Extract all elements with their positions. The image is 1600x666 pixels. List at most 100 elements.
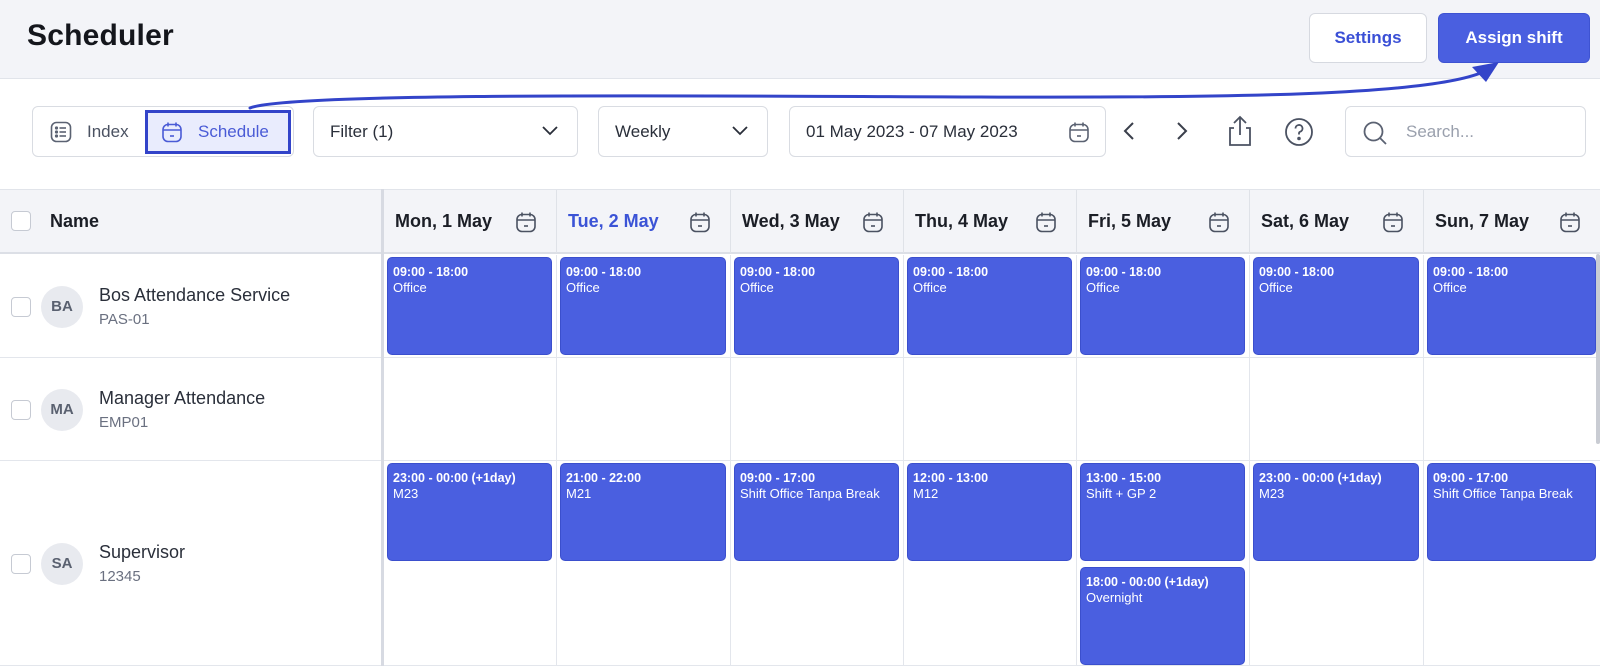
name-header-label: Name (50, 211, 100, 231)
assign-shift-button[interactable]: Assign shift (1438, 13, 1590, 63)
help-icon[interactable] (1284, 117, 1314, 147)
chevron-left-icon[interactable] (1117, 118, 1143, 144)
cell-divider (730, 255, 731, 358)
cell-divider (730, 461, 731, 666)
shift-time: 09:00 - 18:00 (1259, 265, 1335, 279)
period-label: Weekly (615, 121, 671, 141)
cell-divider (1076, 358, 1077, 461)
view-schedule-label: Schedule (198, 122, 269, 141)
shift-block[interactable]: 09:00 - 18:00 Office (907, 257, 1072, 355)
employee-row: MA Manager Attendance EMP01 (0, 358, 1600, 461)
shift-name: M21 (566, 486, 592, 501)
day-header: Wed, 3 May (730, 190, 903, 253)
day-header-label: Thu, 4 May (915, 211, 1009, 231)
employee-code: EMP01 (99, 413, 149, 431)
share-icon[interactable] (1223, 114, 1257, 148)
chevron-right-icon[interactable] (1168, 118, 1194, 144)
shift-block[interactable]: 09:00 - 18:00 Office (1427, 257, 1596, 355)
calendar-icon (1069, 122, 1089, 143)
shift-name: Office (740, 280, 774, 295)
shift-time: 09:00 - 17:00 (1433, 471, 1509, 485)
view-toggle: Index Schedule (32, 106, 294, 157)
avatar: MA (41, 388, 83, 431)
day-header: Mon, 1 May (383, 190, 556, 253)
cell-divider (730, 358, 731, 461)
shift-block[interactable]: 21:00 - 22:00 M21 (560, 463, 726, 561)
day-header: Thu, 4 May (903, 190, 1076, 253)
cell-divider (903, 255, 904, 358)
filter-select[interactable]: Filter (1) (313, 106, 578, 157)
calendar-icon[interactable] (1558, 210, 1582, 234)
row-checkbox[interactable] (11, 399, 31, 420)
employee-row: BA Bos Attendance Service PAS-01 09:00 - 18… (0, 255, 1600, 358)
settings-button[interactable]: Settings (1309, 13, 1427, 63)
name-column-divider (381, 189, 384, 666)
shift-block[interactable]: 09:00 - 18:00 Office (1080, 257, 1245, 355)
day-header: Tue, 2 May (556, 190, 730, 253)
cell-divider (1249, 255, 1250, 358)
shift-block[interactable]: 09:00 - 17:00 Shift Office Tanpa Break (734, 463, 899, 561)
chevron-down-icon (542, 126, 558, 136)
shift-block[interactable]: 23:00 - 00:00 (+1day) M23 (1253, 463, 1419, 561)
vertical-scrollbar[interactable] (1596, 254, 1600, 444)
view-schedule-button[interactable]: Schedule (145, 110, 291, 154)
grid-header: Name Mon, 1 May Tue, 2 May Wed, 3 May Thu, … (0, 189, 1600, 254)
cell-divider (1076, 255, 1077, 358)
calendar-icon[interactable] (514, 210, 538, 234)
cell-divider (903, 358, 904, 461)
shift-block[interactable]: 09:00 - 17:00 Shift Office Tanpa Break (1427, 463, 1596, 561)
shift-block[interactable]: 23:00 - 00:00 (+1day) M23 (387, 463, 552, 561)
shift-name: Office (1259, 280, 1293, 295)
shift-time: 09:00 - 18:00 (740, 265, 816, 279)
employee-name: Manager Attendance (99, 387, 266, 408)
shift-time: 23:00 - 00:00 (+1day) (1259, 471, 1382, 485)
calendar-icon[interactable] (1034, 210, 1058, 234)
calendar-icon[interactable] (1207, 210, 1231, 234)
page-title: Scheduler (27, 19, 174, 52)
shift-block[interactable]: 18:00 - 00:00 (+1day) Overnight (1080, 567, 1245, 665)
employee-name: Supervisor (99, 541, 186, 562)
shift-time: 23:00 - 00:00 (+1day) (393, 471, 516, 485)
shift-name: Shift + GP 2 (1086, 486, 1157, 501)
date-range-label: 01 May 2023 - 07 May 2023 (806, 121, 1018, 141)
date-range-picker[interactable]: 01 May 2023 - 07 May 2023 (789, 106, 1106, 157)
calendar-icon[interactable] (1381, 210, 1405, 234)
shift-time: 09:00 - 18:00 (1086, 265, 1162, 279)
cell-divider (556, 255, 557, 358)
cell-divider (1423, 358, 1424, 461)
shift-block[interactable]: 09:00 - 18:00 Office (1253, 257, 1419, 355)
period-select[interactable]: Weekly (598, 106, 768, 157)
shift-block[interactable]: 09:00 - 18:00 Office (734, 257, 899, 355)
search-input[interactable] (1406, 119, 1576, 145)
app-header: Scheduler Settings Assign shift (0, 0, 1600, 79)
shift-name: Office (913, 280, 947, 295)
day-header: Sun, 7 May (1423, 190, 1600, 253)
cell-divider (1249, 461, 1250, 666)
filter-label: Filter (1) (330, 121, 394, 141)
shift-name: Office (1433, 280, 1467, 295)
row-checkbox[interactable] (11, 553, 31, 574)
shift-block[interactable]: 12:00 - 13:00 M12 (907, 463, 1072, 561)
day-header-label: Tue, 2 May (568, 211, 659, 231)
employee-code: PAS-01 (99, 310, 150, 328)
view-index-button[interactable]: Index (49, 107, 129, 156)
shift-name: Office (1086, 280, 1120, 295)
select-all-checkbox[interactable] (11, 211, 31, 231)
avatar: SA (41, 542, 83, 585)
calendar-icon[interactable] (688, 210, 712, 234)
shift-time: 13:00 - 15:00 (1086, 471, 1162, 485)
list-icon (50, 121, 72, 142)
calendar-icon (162, 122, 182, 143)
employee-code: 12345 (99, 567, 141, 585)
cell-divider (556, 358, 557, 461)
view-index-label: Index (87, 121, 129, 141)
shift-time: 09:00 - 18:00 (913, 265, 989, 279)
shift-name: Overnight (1086, 590, 1143, 605)
shift-name: Office (566, 280, 600, 295)
row-checkbox[interactable] (11, 296, 31, 317)
schedule-grid: Name Mon, 1 May Tue, 2 May Wed, 3 May Thu, … (0, 189, 1600, 666)
shift-block[interactable]: 09:00 - 18:00 Office (560, 257, 726, 355)
shift-block[interactable]: 13:00 - 15:00 Shift + GP 2 (1080, 463, 1245, 561)
shift-block[interactable]: 09:00 - 18:00 Office (387, 257, 552, 355)
calendar-icon[interactable] (861, 210, 885, 234)
